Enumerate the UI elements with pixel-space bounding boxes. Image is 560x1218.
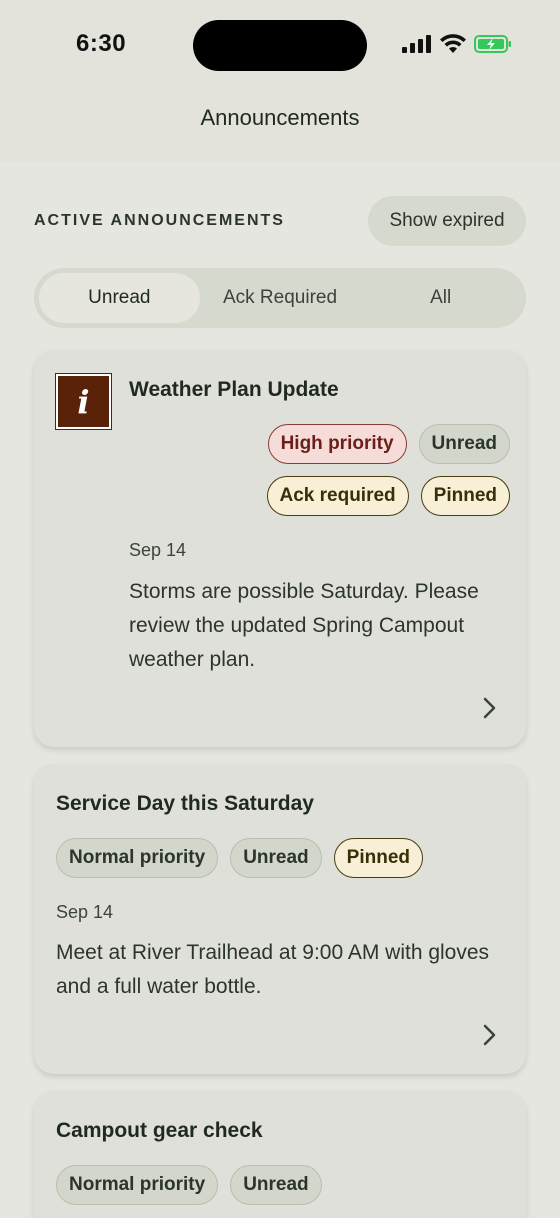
badge-group: Normal priority Unread xyxy=(56,1165,322,1205)
pinned-badge: Pinned xyxy=(333,838,424,878)
unread-badge: Unread xyxy=(230,838,322,878)
filter-segmented-control: Unread Ack Required All xyxy=(34,268,526,328)
status-time: 6:30 xyxy=(76,30,127,57)
announcement-title: Weather Plan Update xyxy=(129,378,339,401)
section-header: ACTIVE ANNOUNCEMENTS Show expired xyxy=(34,196,526,246)
announcement-card[interactable]: i Weather Plan Update High priority Unre… xyxy=(34,350,526,747)
badge-group: High priority Unread Ack required Pinned xyxy=(260,424,510,516)
priority-badge: High priority xyxy=(267,424,407,464)
chevron-right-icon[interactable] xyxy=(482,1023,498,1047)
priority-badge: Normal priority xyxy=(56,1165,219,1205)
wifi-icon xyxy=(440,34,466,53)
tab-all[interactable]: All xyxy=(360,273,521,323)
show-expired-button[interactable]: Show expired xyxy=(368,196,526,246)
announcement-title: Service Day this Saturday xyxy=(56,792,314,815)
tab-ack-required[interactable]: Ack Required xyxy=(200,273,361,323)
status-bar: 6:30 xyxy=(0,0,560,92)
announcement-card[interactable]: Campout gear check Normal priority Unrea… xyxy=(34,1091,526,1218)
announcement-date: Sep 14 xyxy=(129,540,187,560)
priority-badge: Normal priority xyxy=(56,838,219,878)
nav-header: Announcements xyxy=(0,92,560,162)
badge-group: Normal priority Unread Pinned xyxy=(56,838,424,878)
announcement-title: Campout gear check xyxy=(56,1119,263,1142)
tab-unread[interactable]: Unread xyxy=(39,273,200,323)
signal-icon xyxy=(402,34,431,53)
section-label: ACTIVE ANNOUNCEMENTS xyxy=(34,212,285,229)
announcement-body: Meet at River Trailhead at 9:00 AM with … xyxy=(56,941,490,998)
info-icon: i xyxy=(55,373,112,430)
page-title: Announcements xyxy=(200,105,360,130)
battery-icon xyxy=(474,34,511,53)
dynamic-island xyxy=(193,20,367,71)
main-content[interactable]: ACTIVE ANNOUNCEMENTS Show expired Unread… xyxy=(0,162,560,1218)
unread-badge: Unread xyxy=(230,1165,322,1205)
unread-badge: Unread xyxy=(418,424,510,464)
ack-required-badge: Ack required xyxy=(266,476,409,516)
announcement-card[interactable]: Service Day this Saturday Normal priorit… xyxy=(34,764,526,1074)
status-icons xyxy=(402,34,512,53)
announcement-body: Storms are possible Saturday. Please rev… xyxy=(129,580,479,671)
announcement-date: Sep 14 xyxy=(56,902,114,922)
pinned-badge: Pinned xyxy=(420,476,510,516)
chevron-right-icon[interactable] xyxy=(482,696,498,720)
